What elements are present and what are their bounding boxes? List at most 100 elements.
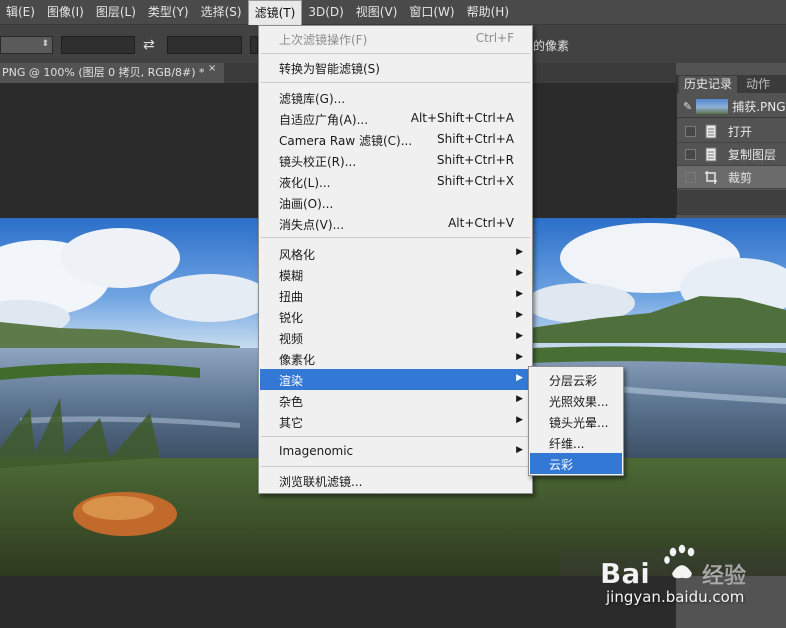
menu-item-other[interactable]: 其它 ▶	[260, 411, 531, 432]
menu-item-label: 模糊	[279, 269, 304, 283]
menu-item-label: 视频	[279, 332, 304, 346]
menu-item-last-filter: 上次滤镜操作(F) Ctrl+F	[260, 28, 531, 49]
menu-item-label: 扭曲	[279, 290, 304, 304]
menu-separator	[261, 237, 530, 238]
submenu-arrow-icon: ▶	[516, 445, 523, 455]
submenu-arrow-icon: ▶	[516, 352, 523, 362]
menu-item-label: 锐化	[279, 311, 304, 325]
submenu-arrow-icon: ▶	[516, 373, 523, 383]
menu-separator	[261, 82, 530, 83]
menu-item-shortcut: Shift+Ctrl+R	[436, 153, 514, 167]
submenu-item-lens-flare[interactable]: 镜头光晕...	[530, 411, 622, 432]
menu-item-label: 镜头校正(R)...	[279, 155, 357, 169]
menu-item-label: 其它	[279, 416, 304, 430]
menu-item-video[interactable]: 视频 ▶	[260, 327, 531, 348]
menu-item-liquify[interactable]: 液化(L)... Shift+Ctrl+X	[260, 171, 531, 192]
submenu-item-fibers[interactable]: 纤维...	[530, 432, 622, 453]
menu-image[interactable]: 图像(I)	[41, 0, 90, 25]
submenu-item-label: 云彩	[549, 458, 574, 472]
history-row-open[interactable]: 打开	[677, 120, 786, 143]
tab-actions[interactable]: 动作	[741, 76, 775, 93]
document-icon	[704, 124, 718, 139]
menu-item-label: 浏览联机滤镜...	[279, 475, 363, 489]
menu-item-shortcut: Ctrl+F	[475, 31, 514, 45]
submenu-arrow-icon: ▶	[516, 394, 523, 404]
delete-pixels-label: 的像素	[533, 39, 570, 53]
history-row-crop[interactable]: 裁剪	[677, 166, 786, 189]
filter-menu: 上次滤镜操作(F) Ctrl+F 转换为智能滤镜(S) 滤镜库(G)... 自适…	[258, 25, 533, 494]
menu-select[interactable]: 选择(S)	[195, 0, 248, 25]
submenu-item-label: 分层云彩	[549, 374, 598, 388]
height-field[interactable]	[167, 36, 242, 54]
panel-tab-bar: 历史记录 动作	[677, 75, 786, 93]
submenu-item-lighting-effects[interactable]: 光照效果...	[530, 390, 622, 411]
history-row-label: 打开	[728, 124, 753, 139]
menu-item-vanishing-point[interactable]: 消失点(V)... Alt+Ctrl+V	[260, 213, 531, 234]
history-checkbox[interactable]	[685, 171, 696, 183]
history-row-label: 复制图层	[728, 147, 777, 162]
menu-item-adaptive-wide-angle[interactable]: 自适应广角(A)... Alt+Shift+Ctrl+A	[260, 108, 531, 129]
submenu-item-label: 纤维...	[549, 437, 585, 451]
submenu-item-label: 光照效果...	[549, 395, 609, 409]
menu-separator	[261, 53, 530, 54]
width-field[interactable]	[61, 36, 135, 54]
menu-separator	[261, 436, 530, 437]
menu-edit[interactable]: 辑(E)	[0, 0, 41, 25]
menu-item-blur[interactable]: 模糊 ▶	[260, 264, 531, 285]
options-select[interactable]: ⬍	[0, 36, 53, 54]
menu-item-label: 像素化	[279, 353, 316, 367]
submenu-arrow-icon: ▶	[516, 310, 523, 320]
history-row-duplicate-layer[interactable]: 复制图层	[677, 143, 786, 166]
submenu-item-label: 镜头光晕...	[549, 416, 609, 430]
menu-item-noise[interactable]: 杂色 ▶	[260, 390, 531, 411]
menu-item-label: 上次滤镜操作(F)	[279, 33, 368, 47]
menu-item-label: 自适应广角(A)...	[279, 113, 369, 127]
document-tab-title: PNG @ 100% (图层 0 拷贝, RGB/8#) *	[2, 66, 205, 79]
submenu-item-clouds[interactable]: 云彩	[530, 453, 622, 474]
history-snapshot[interactable]: ✎ 捕获.PNG	[677, 95, 786, 118]
menu-filter[interactable]: 滤镜(T)	[247, 0, 303, 26]
menu-item-lens-correction[interactable]: 镜头校正(R)... Shift+Ctrl+R	[260, 150, 531, 171]
submenu-item-difference-clouds[interactable]: 分层云彩	[530, 369, 622, 390]
menu-item-sharpen[interactable]: 锐化 ▶	[260, 306, 531, 327]
menu-item-label: 风格化	[279, 248, 316, 262]
menu-window[interactable]: 窗口(W)	[403, 0, 460, 25]
document-tab[interactable]: PNG @ 100% (图层 0 拷贝, RGB/8#) *	[0, 63, 224, 83]
menu-item-pixelate[interactable]: 像素化 ▶	[260, 348, 531, 369]
close-icon[interactable]: ×	[208, 63, 216, 74]
menu-view[interactable]: 视图(V)	[350, 0, 404, 25]
submenu-arrow-icon: ▶	[516, 247, 523, 257]
menu-type[interactable]: 类型(Y)	[142, 0, 195, 25]
baidu-jingyan-logo: Bai 经验	[600, 544, 746, 590]
menu-item-label: 滤镜库(G)...	[279, 92, 346, 106]
menu-item-filter-gallery[interactable]: 滤镜库(G)...	[260, 87, 531, 108]
menu-item-label: Imagenomic	[279, 444, 354, 458]
crop-icon	[704, 170, 718, 185]
menu-layer[interactable]: 图层(L)	[90, 0, 142, 25]
resolution-field[interactable]	[250, 36, 258, 54]
spinner-icon: ⬍	[41, 39, 49, 49]
menu-item-distort[interactable]: 扭曲 ▶	[260, 285, 531, 306]
menu-separator	[261, 466, 530, 467]
menu-3d[interactable]: 3D(D)	[302, 0, 349, 25]
menu-item-oil-paint[interactable]: 油画(O)...	[260, 192, 531, 213]
swap-icon[interactable]: ⇄	[143, 37, 155, 53]
tab-history[interactable]: 历史记录	[679, 76, 738, 93]
submenu-arrow-icon: ▶	[516, 331, 523, 341]
menu-item-render[interactable]: 渲染 ▶	[260, 369, 531, 390]
menu-item-shortcut: Shift+Ctrl+A	[437, 132, 514, 146]
menu-item-convert-smart-filter[interactable]: 转换为智能滤镜(S)	[260, 57, 531, 78]
menu-item-stylize[interactable]: 风格化 ▶	[260, 243, 531, 264]
menu-help[interactable]: 帮助(H)	[461, 0, 515, 25]
menu-item-shortcut: Alt+Shift+Ctrl+A	[410, 111, 514, 125]
menu-item-imagenomic[interactable]: Imagenomic ▶	[260, 441, 531, 462]
submenu-arrow-icon: ▶	[516, 415, 523, 425]
submenu-arrow-icon: ▶	[516, 289, 523, 299]
menu-item-browse-online-filters[interactable]: 浏览联机滤镜...	[260, 470, 531, 491]
history-checkbox[interactable]	[685, 148, 696, 160]
menu-item-label: 渲染	[279, 374, 304, 388]
document-icon	[704, 147, 718, 162]
menu-item-label: 油画(O)...	[279, 197, 334, 211]
menu-item-camera-raw[interactable]: Camera Raw 滤镜(C)... Shift+Ctrl+A	[260, 129, 531, 150]
history-checkbox[interactable]	[685, 125, 696, 137]
